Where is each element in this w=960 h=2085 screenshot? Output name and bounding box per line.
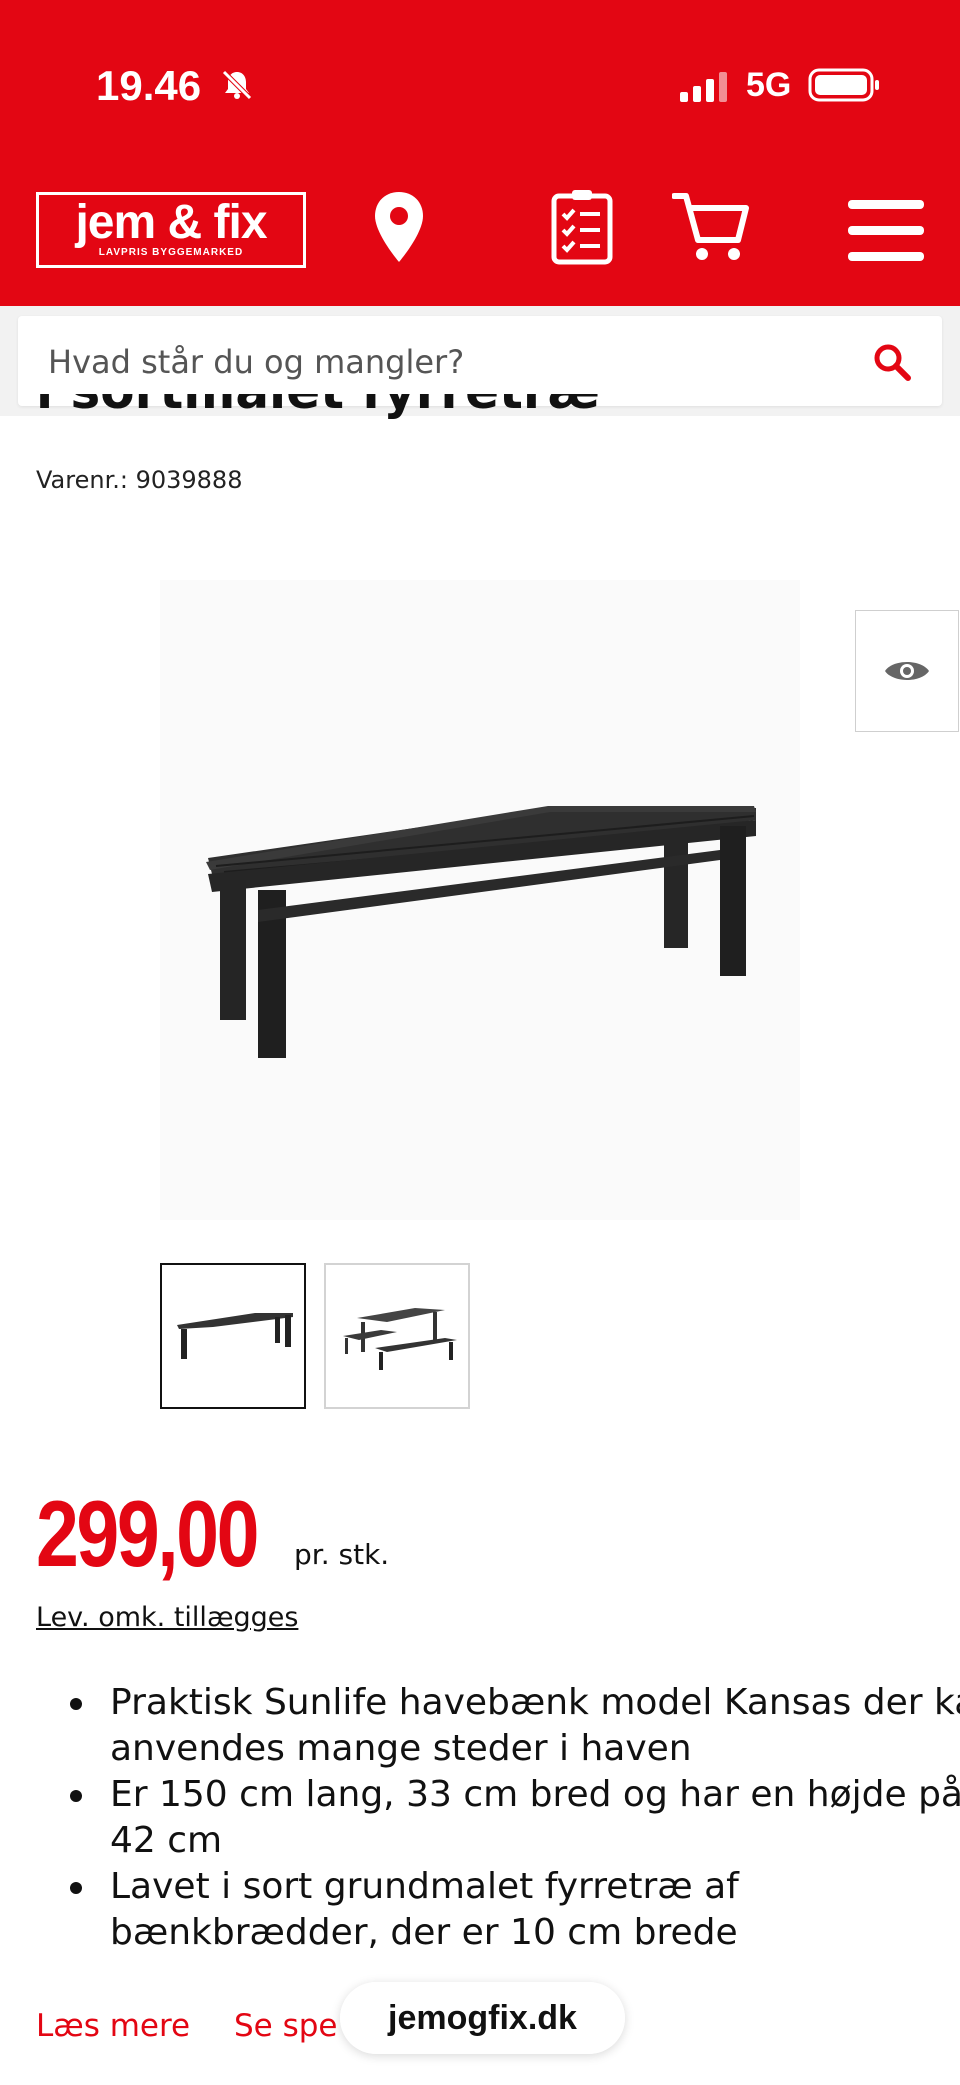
eye-icon <box>885 662 929 680</box>
silent-bell-icon <box>222 70 252 100</box>
search-box[interactable] <box>18 316 942 406</box>
feature-item: Er 150 cm lang, 33 cm bred og har en høj… <box>70 1772 960 1864</box>
read-more-link[interactable]: Læs mere <box>36 2008 190 2044</box>
delivery-cost-link[interactable]: Lev. omk. tillægges <box>36 1602 298 1633</box>
see-specifications-link[interactable]: Se spe <box>234 2008 338 2044</box>
menu-icon[interactable] <box>848 198 924 262</box>
battery-icon <box>808 68 879 102</box>
product-image[interactable] <box>160 580 800 1220</box>
price-unit: pr. stk. <box>294 1538 390 1571</box>
search-input[interactable] <box>46 338 850 386</box>
shopping-list-icon[interactable] <box>550 190 614 266</box>
network-label: 5G <box>746 66 792 104</box>
browser-url-bar[interactable]: jemogfix.dk <box>340 1982 625 2054</box>
status-time: 19.46 <box>96 62 202 109</box>
thumbnail-bench-set-image <box>343 1308 457 1370</box>
thumbnail-bench[interactable] <box>160 1263 306 1409</box>
bench-illustration <box>206 806 756 1058</box>
site-logo[interactable]: jem & fix LAVPRIS BYGGEMARKED <box>36 192 306 268</box>
search-icon[interactable] <box>872 342 912 382</box>
product-price: 299,00 <box>36 1481 259 1586</box>
product-title-partial: i sortmalet fyrretræ <box>36 394 736 434</box>
location-icon[interactable] <box>372 190 426 266</box>
item-number: Varenr.: 9039888 <box>36 466 243 494</box>
feature-item: Lavet i sort grundmalet fyrretræ af bænk… <box>70 1864 960 1956</box>
cart-icon[interactable] <box>672 190 750 266</box>
view-toggle-button[interactable] <box>855 610 959 732</box>
thumbnail-bench-image <box>177 1313 293 1359</box>
thumbnail-bench-set[interactable] <box>324 1263 470 1409</box>
logo-text: jem & fix <box>75 196 267 249</box>
signal-icon <box>680 72 727 102</box>
url-text: jemogfix.dk <box>388 1998 577 2037</box>
feature-item: Praktisk Sunlife havebænk model Kansas d… <box>70 1680 960 1772</box>
product-features: Praktisk Sunlife havebænk model Kansas d… <box>36 1680 960 1956</box>
